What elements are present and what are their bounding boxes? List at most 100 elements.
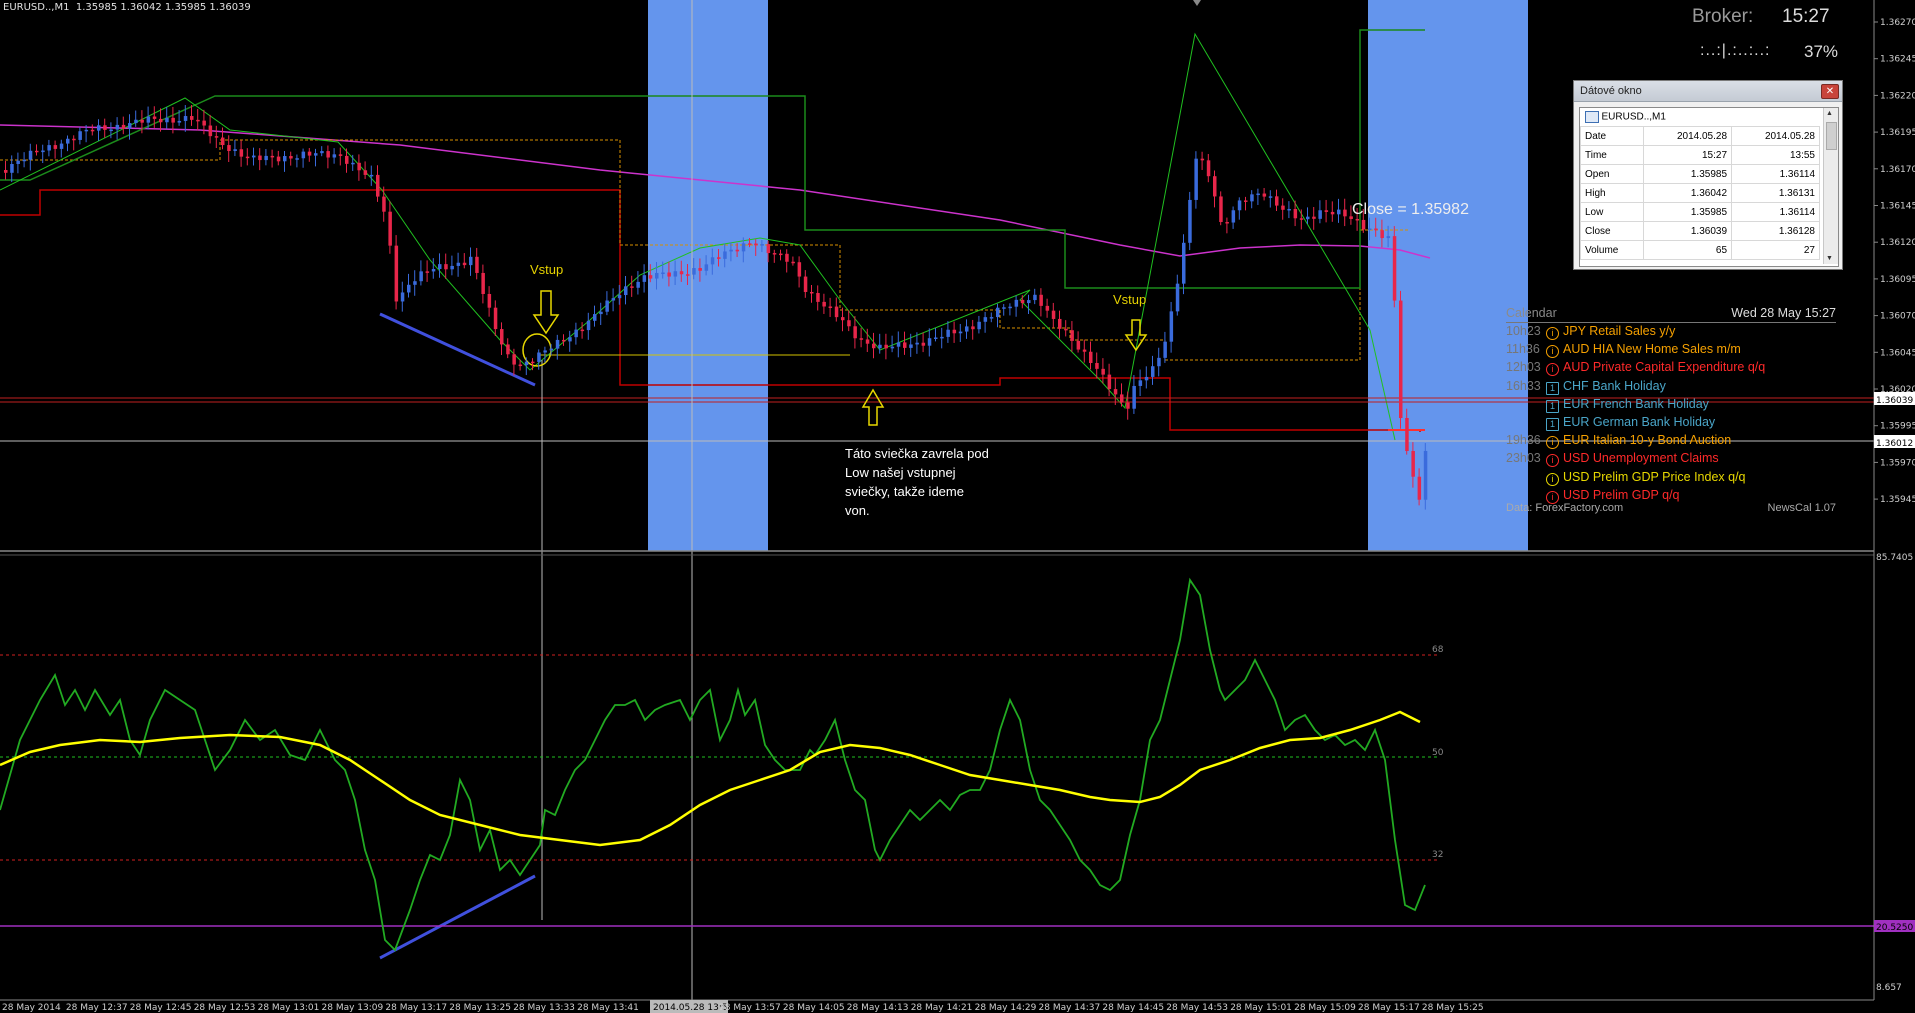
time-tick-label: 28 May 14:45	[1102, 1003, 1164, 1013]
session-band	[1368, 0, 1528, 551]
table-row: Date 2014.05.28 2014.05.28	[1580, 126, 1820, 146]
candle-body	[159, 118, 163, 123]
candle-body	[400, 292, 405, 302]
candle-body	[338, 154, 343, 156]
time-tick-label: 28 May 12:37	[66, 1003, 128, 1013]
price-tick-label: 1.36095	[1880, 275, 1915, 285]
time-tick-label: 28 May 12:45	[130, 1003, 192, 1013]
candle-progress-percent: 37%	[1804, 42, 1839, 61]
event-name: Retail Sales y/y	[1589, 324, 1676, 338]
candle-body	[971, 326, 975, 330]
candle-body	[952, 329, 957, 334]
candle-body	[307, 151, 312, 156]
candle-body	[766, 244, 771, 254]
event-currency: EUR	[1563, 415, 1590, 429]
candle-body	[1014, 299, 1019, 307]
candle-body	[1113, 389, 1118, 395]
candle-body	[717, 257, 721, 259]
row-value: 13:55	[1731, 145, 1820, 165]
candle-body	[1039, 294, 1043, 306]
candle-body	[444, 264, 448, 270]
candle-body	[940, 336, 944, 339]
time-tick-label: 28 May 13:33	[513, 1003, 575, 1013]
candle-body	[760, 244, 764, 246]
candle-body	[884, 344, 888, 349]
candle-body	[121, 124, 126, 129]
candle-body	[1312, 216, 1316, 219]
candle-body	[1175, 283, 1180, 312]
candle-body	[171, 117, 175, 123]
candle-body	[518, 364, 523, 367]
down-arrow-icon	[1124, 319, 1148, 352]
candle-body	[376, 174, 380, 197]
scroll-up-icon[interactable]: ▲	[1826, 110, 1833, 117]
data-window-table: EURUSD..,M1 Date 2014.05.28 2014.05.28 Tim…	[1579, 107, 1839, 267]
candle-body	[648, 275, 653, 279]
event-currency: USD	[1563, 487, 1590, 502]
data-window[interactable]: Dátové okno ✕ EURUSD..,M1 Date 2014.05.28…	[1573, 80, 1843, 270]
time-tick-label: 28 May 14:05	[783, 1003, 845, 1013]
close-icon[interactable]: ✕	[1821, 84, 1839, 99]
candle-body	[865, 339, 870, 344]
price-tick-label: 1.36245	[1880, 55, 1915, 65]
candle-body	[1132, 385, 1136, 409]
candle-body	[878, 344, 882, 349]
candle-body	[1151, 366, 1155, 377]
row-value: 1.35985	[1643, 202, 1733, 222]
exit-note: Táto sviečka zavrela pod Low našej vstup…	[845, 444, 989, 520]
candle-body	[921, 342, 926, 346]
event-time: 19h36	[1506, 433, 1541, 448]
candle-body	[977, 321, 981, 330]
impact-icon: i	[1546, 363, 1559, 377]
rsi-level-label: 50	[1432, 748, 1444, 758]
candle-body	[816, 292, 820, 302]
candle-body	[1058, 318, 1062, 329]
event-name: Italian 10-y Bond Auction	[1592, 433, 1732, 448]
data-window-titlebar[interactable]: Dátové okno ✕	[1574, 81, 1842, 102]
candle-body	[1293, 208, 1298, 219]
data-window-scrollbar[interactable]: ▲ ▼	[1823, 108, 1838, 264]
candle-body	[1157, 357, 1161, 367]
calendar-footer: Data: ForexFactory.com NewsCal 1.07	[1506, 502, 1836, 514]
symbol-label: EURUSD..,M1	[1601, 111, 1666, 123]
candle-body	[413, 281, 417, 285]
candle-body	[599, 311, 603, 315]
time-tick-label: 28 May 13:41	[577, 1003, 639, 1013]
candle-body	[506, 344, 510, 355]
candle-body	[748, 243, 752, 245]
impact-icon: i	[1546, 454, 1559, 468]
candle-body	[965, 326, 969, 332]
candle-body	[822, 301, 826, 307]
scroll-thumb[interactable]	[1826, 122, 1837, 150]
impact-icon: i	[1546, 472, 1559, 486]
candle-body	[35, 150, 39, 153]
candle-body	[686, 274, 690, 276]
time-tick-label: 28 May 14:21	[911, 1003, 973, 1013]
event-time: 12h03	[1506, 360, 1541, 375]
event-currency: AUD	[1563, 342, 1590, 357]
candle-body	[1213, 176, 1217, 197]
time-axis[interactable]: 28 May 2014 28 May 12:37 28 May 12:45 28 Ma…	[0, 999, 1874, 1013]
calendar-event: 1 EUR French Bank Holiday	[1506, 397, 1709, 415]
crosshair-price-label: 1.36012	[1876, 439, 1913, 449]
candle-body	[915, 342, 919, 345]
candle-body	[190, 116, 194, 120]
candle-body	[704, 264, 709, 271]
candle-body	[165, 117, 169, 123]
candle-body	[593, 314, 597, 321]
candle-body	[1107, 374, 1112, 390]
candle-body	[568, 337, 572, 342]
candle-body	[1386, 236, 1391, 239]
candle-body	[1188, 199, 1192, 243]
price-axis[interactable]: 1.36039 1.36012 85.7405 20.5250 8.657 1.…	[1873, 0, 1915, 1000]
scroll-down-icon[interactable]: ▼	[1826, 255, 1833, 262]
price-tick-label: 1.36070	[1880, 312, 1915, 322]
candle-body	[1324, 210, 1329, 212]
price-tick-label: 1.36220	[1880, 91, 1915, 101]
calendar-version: NewsCal 1.07	[1767, 502, 1836, 514]
candle-body	[1268, 196, 1273, 198]
candle-body	[227, 145, 231, 152]
candle-body	[1287, 208, 1291, 211]
candle-body	[555, 339, 560, 349]
candle-body	[258, 155, 262, 161]
